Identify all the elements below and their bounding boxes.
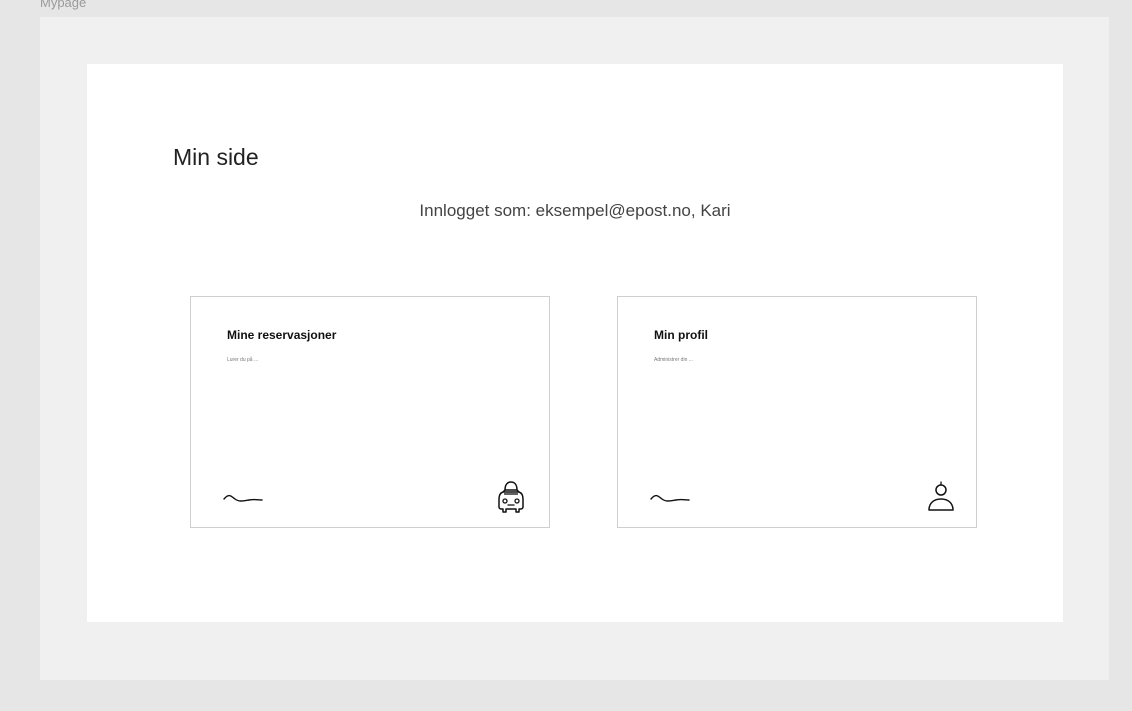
card-title: Mine reservasjoner bbox=[227, 328, 337, 342]
frame-label: Mypage bbox=[40, 0, 87, 10]
car-icon bbox=[498, 481, 524, 513]
my-profile-card[interactable]: Min profil Administrer din ... bbox=[617, 296, 977, 528]
scribble-decoration bbox=[650, 494, 690, 502]
logged-in-info: Innlogget som: eksempel@epost.no, Kari bbox=[419, 201, 731, 220]
my-reservations-card[interactable]: Mine reservasjoner Lurer du på ... bbox=[190, 296, 550, 528]
card-description: Lurer du på ... bbox=[227, 357, 259, 363]
scribble-decoration bbox=[223, 494, 263, 502]
user-icon bbox=[928, 481, 954, 511]
frame: Min side Innlogget som: eksempel@epost.n… bbox=[40, 17, 1109, 680]
card-title: Min profil bbox=[654, 328, 708, 342]
page-content: Min side Innlogget som: eksempel@epost.n… bbox=[87, 64, 1063, 622]
card-description: Administrer din ... bbox=[654, 357, 693, 363]
page-title: Min side bbox=[173, 144, 259, 170]
